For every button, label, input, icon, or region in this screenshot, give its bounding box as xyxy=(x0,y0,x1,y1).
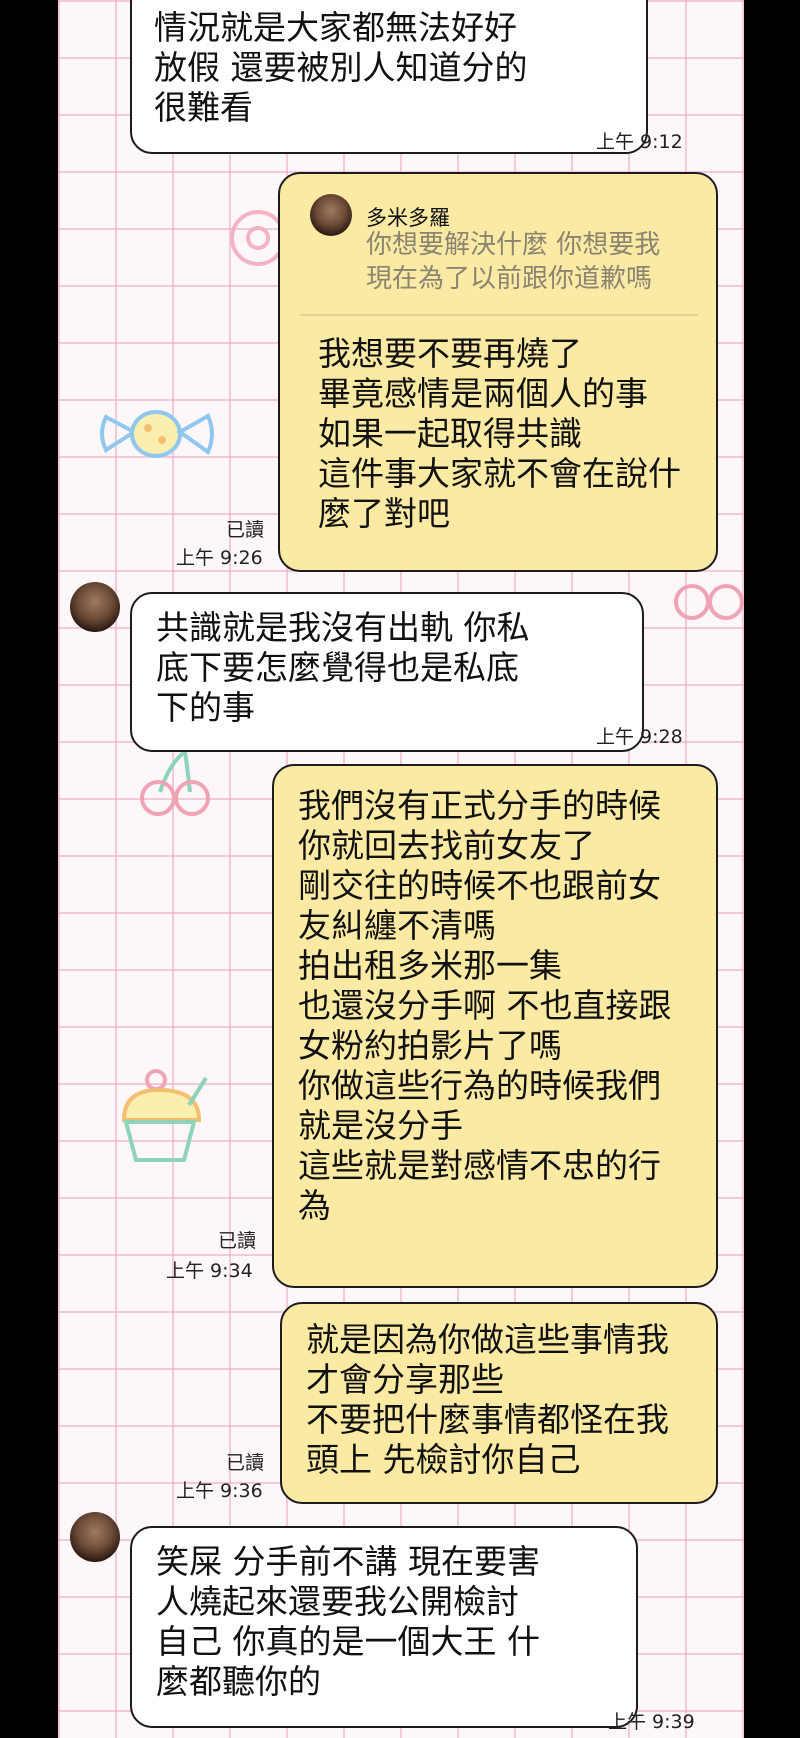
cake-sticker xyxy=(121,1069,208,1162)
message-timestamp: 上午 9:39 xyxy=(608,1711,695,1733)
message-timestamp: 上午 9:12 xyxy=(596,131,683,153)
message-bubble-outgoing[interactable]: 多米多羅 你想要解決什麼 你想要我 現在為了以前跟你道歉嗎 我想要不要再燒了 畢… xyxy=(278,172,718,572)
sender-avatar[interactable] xyxy=(70,582,120,632)
quote-divider xyxy=(300,314,698,316)
message-bubble-outgoing[interactable]: 我們沒有正式分手的時候 你就回去找前女友了 剛交往的時候不也跟前女 友糾纏不清嗎… xyxy=(272,764,718,1288)
message-timestamp: 上午 9:26 xyxy=(176,547,263,569)
message-text: 我們沒有正式分手的時候 你就回去找前女友了 剛交往的時候不也跟前女 友糾纏不清嗎… xyxy=(298,786,672,1225)
sender-avatar[interactable] xyxy=(70,1512,120,1562)
quoted-user-avatar xyxy=(310,194,352,236)
cherry-sticker xyxy=(140,750,210,816)
message-text: 我想要不要再燒了 畢竟感情是兩個人的事 如果一起取得共識 這件事大家就不會在說什… xyxy=(318,334,681,533)
message-timestamp: 上午 9:36 xyxy=(176,1480,263,1502)
message-timestamp: 上午 9:28 xyxy=(596,726,683,748)
message-bubble-incoming[interactable]: 笑屎 分手前不講 現在要害 人燒起來還要我公開檢討 自己 你真的是一個大王 什 … xyxy=(130,1526,638,1728)
message-text: 情況就是大家都無法好好 放假 還要被別人知道分的 很難看 xyxy=(154,8,528,127)
message-bubble-outgoing[interactable]: 就是因為你做這些事情我 才會分享那些 不要把什麼事情都怪在我 頭上 先檢討你自己 xyxy=(280,1302,718,1504)
chat-screen: 情況就是大家都無法好好 放假 還要被別人知道分的 很難看 上午 9:12 多米多… xyxy=(58,0,744,1738)
message-timestamp: 上午 9:34 xyxy=(166,1260,253,1282)
read-receipt: 已讀 xyxy=(218,1230,257,1252)
message-bubble-incoming[interactable]: 共識就是我沒有出軌 你私 底下要怎麼覺得也是私底 下的事 xyxy=(130,592,644,752)
quoted-message-text: 你想要解決什麼 你想要我 現在為了以前跟你道歉嗎 xyxy=(366,230,661,294)
read-receipt: 已讀 xyxy=(226,519,265,541)
message-text: 共識就是我沒有出軌 你私 底下要怎麼覺得也是私底 下的事 xyxy=(156,608,530,727)
message-bubble-incoming[interactable]: 情況就是大家都無法好好 放假 還要被別人知道分的 很難看 xyxy=(130,0,648,154)
candy-sticker xyxy=(100,410,214,458)
read-receipt: 已讀 xyxy=(226,1452,265,1474)
message-text: 笑屎 分手前不講 現在要害 人燒起來還要我公開檢討 自己 你真的是一個大王 什 … xyxy=(156,1542,540,1701)
message-text: 就是因為你做這些事情我 才會分享那些 不要把什麼事情都怪在我 頭上 先檢討你自己 xyxy=(306,1320,669,1479)
